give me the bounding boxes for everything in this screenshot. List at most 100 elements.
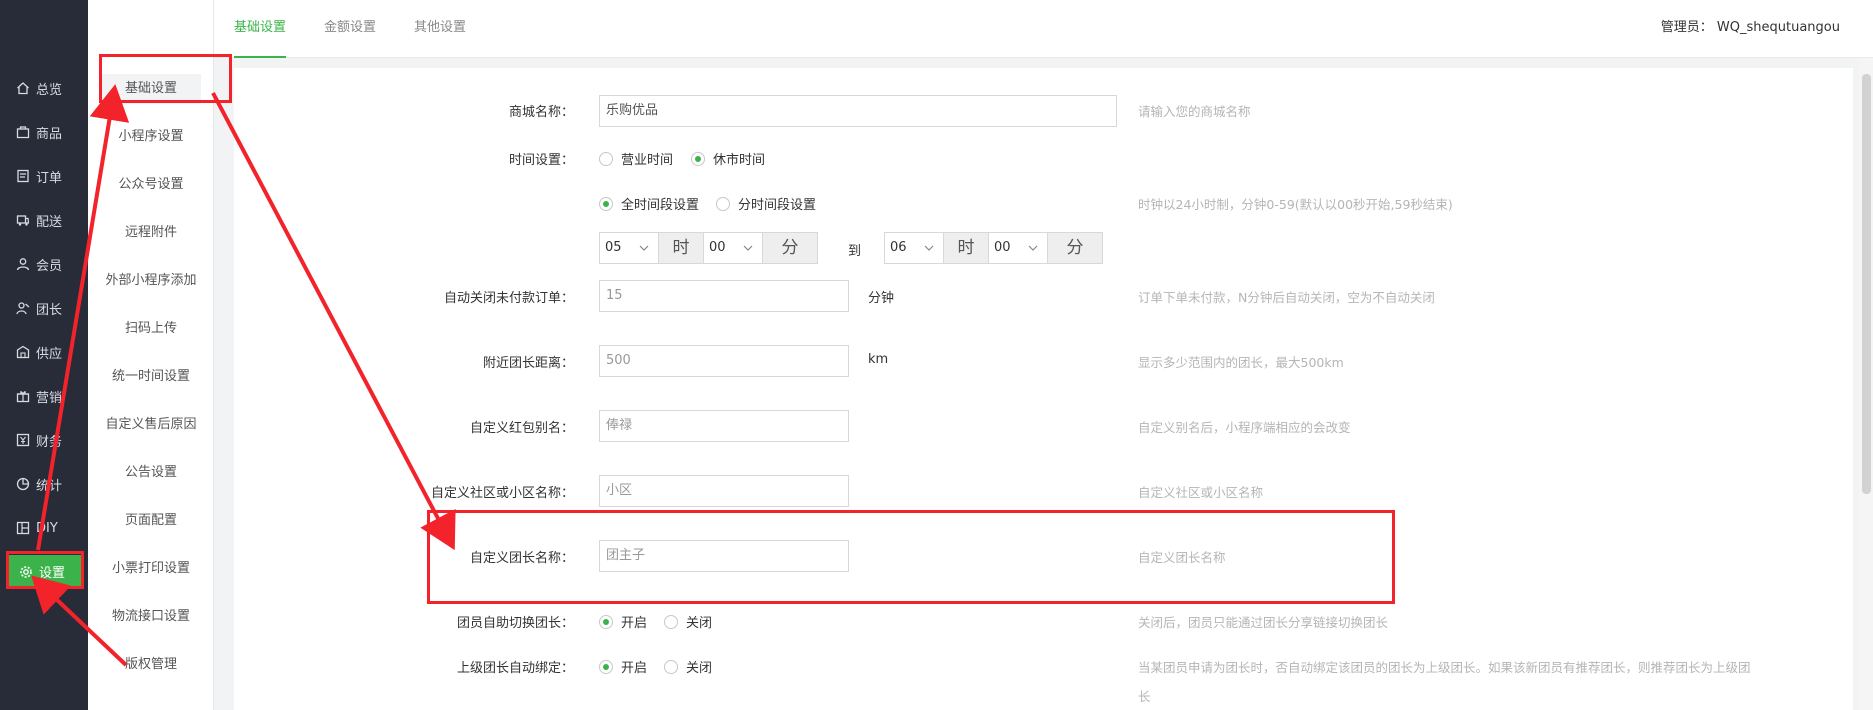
- submenu-item-miniprogram[interactable]: 小程序设置: [88, 122, 214, 152]
- auto-close-unit: 分钟: [868, 291, 895, 306]
- radio-self-switch-off[interactable]: 关闭: [664, 612, 712, 631]
- nearby-distance-label: 附近团长距离：: [482, 356, 574, 371]
- submenu-item-page-config[interactable]: 页面配置: [88, 506, 214, 536]
- end-minute-value: 00: [994, 240, 1011, 255]
- nav-item-leaders[interactable]: 团长: [0, 290, 88, 326]
- auto-bind-label: 上级团长自动绑定：: [456, 661, 574, 676]
- nav-item-marketing[interactable]: 营销: [0, 378, 88, 414]
- submenu-item-official-account[interactable]: 公众号设置: [88, 170, 214, 200]
- auto-bind-hint-continued: 长: [1138, 689, 1151, 704]
- redpacket-alias-hint: 自定义别名后，小程序端相应的会改变: [1138, 420, 1351, 435]
- end-hour-select[interactable]: 06: [884, 232, 944, 264]
- nav-item-supply[interactable]: 供应: [0, 334, 88, 370]
- radio-dot: [599, 659, 613, 674]
- nav-label: 供应: [36, 346, 63, 362]
- submenu-item-scan-upload[interactable]: 扫码上传: [88, 314, 214, 344]
- nav-item-delivery[interactable]: 配送: [0, 202, 88, 238]
- nav-label: 设置: [39, 566, 66, 581]
- leader-icon: [16, 301, 30, 315]
- nearby-distance-input[interactable]: 500: [599, 345, 849, 377]
- radio-dot: [691, 151, 705, 166]
- submenu-item-aftersale-reasons[interactable]: 自定义售后原因: [88, 410, 214, 440]
- time-setting-label: 时间设置：: [508, 153, 574, 168]
- radio-self-switch-on[interactable]: 开启: [599, 612, 647, 631]
- radio-label: 关闭: [686, 616, 713, 631]
- nav-item-goods[interactable]: 商品: [0, 114, 88, 150]
- radio-auto-bind-on[interactable]: 开启: [599, 657, 647, 676]
- shop-name-input[interactable]: 乐购优品: [599, 95, 1117, 127]
- nav-item-finance[interactable]: 财务: [0, 422, 88, 458]
- submenu-item-logistics[interactable]: 物流接口设置: [88, 602, 214, 632]
- admin-user[interactable]: 管理员： WQ_shequtuangou: [1661, 0, 1840, 58]
- radio-label: 分时间段设置: [738, 198, 817, 213]
- radio-auto-bind-off[interactable]: 关闭: [664, 657, 712, 676]
- submenu-item-copyright[interactable]: 版权管理: [88, 650, 214, 680]
- nav-item-stats[interactable]: 统计: [0, 466, 88, 502]
- radio-dot: [599, 151, 613, 166]
- supply-icon: [16, 345, 30, 359]
- redpacket-alias-input[interactable]: 俸禄: [599, 410, 849, 442]
- chevron-down-icon: [924, 245, 934, 251]
- submenu-item-notice[interactable]: 公告设置: [88, 458, 214, 488]
- tab-basic-settings[interactable]: 基础设置: [234, 0, 287, 58]
- submenu-item-receipt-printer[interactable]: 小票打印设置: [88, 554, 214, 584]
- auto-close-label: 自动关闭未付款订单：: [443, 291, 574, 306]
- end-minute-select[interactable]: 00: [988, 232, 1048, 264]
- range-to-label: 到: [848, 244, 862, 259]
- radio-business-hours[interactable]: 营业时间: [599, 149, 673, 168]
- tab-amount-settings[interactable]: 金额设置: [324, 0, 376, 58]
- nav-label: 商品: [36, 126, 63, 142]
- top-bar: 基础设置 金额设置 其他设置 管理员： WQ_shequtuangou: [214, 0, 1873, 58]
- nearby-distance-hint: 显示多少范围内的团长，最大500km: [1138, 355, 1344, 370]
- auto-close-hint: 订单下单未付款，N分钟后自动关闭，空为不自动关闭: [1138, 290, 1435, 305]
- nav-item-overview[interactable]: 总览: [0, 70, 88, 106]
- nav-label: 营销: [36, 390, 63, 406]
- redpacket-alias-label: 自定义红包别名：: [469, 421, 574, 436]
- nearby-distance-unit: km: [868, 352, 889, 367]
- self-switch-hint: 关闭后，团员只能通过团长分享链接切换团长: [1138, 615, 1389, 630]
- radio-label: 全时间段设置: [621, 198, 700, 213]
- nav-label: 统计: [36, 478, 63, 494]
- radio-split-period[interactable]: 分时间段设置: [716, 194, 816, 213]
- nav-item-members[interactable]: 会员: [0, 246, 88, 282]
- layout-icon: [16, 521, 30, 535]
- leader-name-label: 自定义团长名称：: [469, 551, 574, 566]
- gift-icon: [16, 389, 30, 403]
- radio-label: 关闭: [686, 661, 713, 676]
- delivery-icon: [16, 213, 30, 227]
- end-hour-value: 06: [890, 240, 907, 255]
- start-minute-select[interactable]: 00: [703, 232, 763, 264]
- shop-name-hint: 请输入您的商城名称: [1138, 104, 1251, 119]
- leader-name-input[interactable]: 团主子: [599, 540, 849, 572]
- submenu-item-basic[interactable]: 基础设置: [101, 74, 201, 104]
- radio-closed-hours[interactable]: 休市时间: [691, 149, 765, 168]
- shop-name-label: 商城名称：: [508, 105, 574, 120]
- radio-label: 营业时间: [621, 153, 674, 168]
- start-minute-value: 00: [709, 240, 726, 255]
- nav-label: 会员: [36, 258, 63, 274]
- chevron-down-icon: [743, 245, 753, 251]
- scrollbar-thumb[interactable]: [1862, 74, 1871, 494]
- tab-other-settings[interactable]: 其他设置: [414, 0, 466, 58]
- auto-close-input[interactable]: 15: [599, 280, 849, 312]
- nav-label: 总览: [36, 82, 63, 98]
- nav-label: 配送: [36, 214, 63, 230]
- radio-dot: [599, 196, 613, 211]
- nav-label: 财务: [36, 434, 63, 450]
- submenu-item-unified-time[interactable]: 统一时间设置: [88, 362, 214, 392]
- submenu-item-external-miniprogram[interactable]: 外部小程序添加: [88, 266, 214, 296]
- period-hint: 时钟以24小时制，分钟0-59(默认以00秒开始,59秒结束): [1138, 197, 1453, 212]
- nav-item-diy[interactable]: DIY: [0, 510, 88, 546]
- chevron-down-icon: [639, 245, 649, 251]
- submenu-item-remote-attachment[interactable]: 远程附件: [88, 218, 214, 248]
- minute-addon: 分: [1047, 232, 1103, 264]
- settings-submenu: 基础设置 小程序设置 公众号设置 远程附件 外部小程序添加 扫码上传 统一时间设…: [88, 0, 214, 710]
- community-name-hint: 自定义社区或小区名称: [1138, 485, 1264, 500]
- community-name-input[interactable]: 小区: [599, 475, 849, 507]
- nav-item-orders[interactable]: 订单: [0, 158, 88, 194]
- settings-form: 商城名称： 乐购优品 请输入您的商城名称 时间设置： 营业时间 休市时间 全时间…: [234, 68, 1853, 710]
- nav-item-settings[interactable]: 设置: [9, 555, 83, 588]
- radio-full-period[interactable]: 全时间段设置: [599, 194, 699, 213]
- radio-dot: [664, 659, 678, 674]
- start-hour-select[interactable]: 05: [599, 232, 659, 264]
